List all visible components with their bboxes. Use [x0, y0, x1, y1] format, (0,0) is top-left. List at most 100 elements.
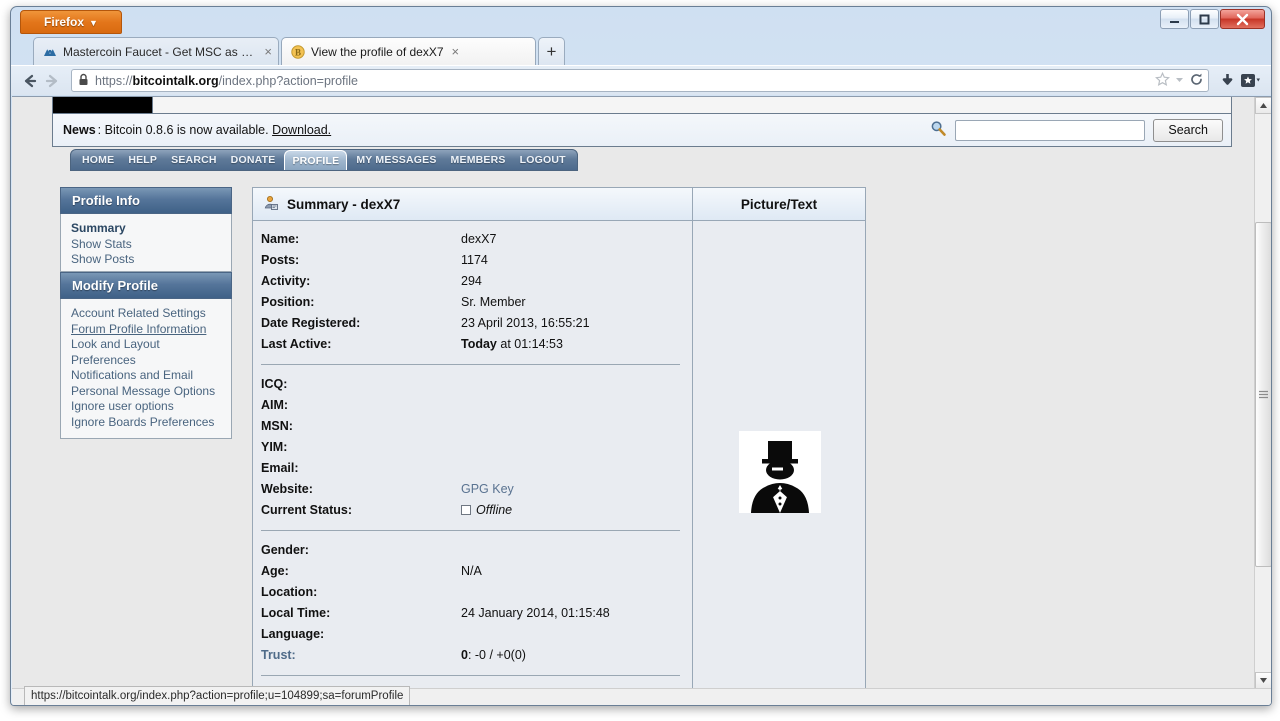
sidebar-item-preferences[interactable]: Preferences [71, 353, 221, 369]
field-label: Activity: [261, 274, 311, 288]
back-button[interactable] [19, 70, 41, 92]
browser-navigation-bar: https://bitcointalk.org/index.php?action… [11, 65, 1271, 95]
profile-details-column: Summary - dexX7 Name: dexX7 Posts: 1174 … [252, 187, 693, 689]
search-icon [930, 120, 947, 140]
reload-icon[interactable] [1189, 72, 1204, 90]
lock-icon [78, 73, 89, 89]
search-button[interactable]: Search [1153, 118, 1223, 142]
news-text: Bitcoin 0.8.6 is now available. [104, 123, 269, 137]
address-bar-url: https://bitcointalk.org/index.php?action… [95, 74, 1151, 88]
field-label: YIM: [261, 440, 288, 454]
profile-sidebar: Profile Info Summary Show Stats Show Pos… [60, 187, 232, 439]
scroll-up-button[interactable] [1255, 97, 1271, 114]
address-bar[interactable]: https://bitcointalk.org/index.php?action… [71, 69, 1209, 92]
menu-item-search[interactable]: SEARCH [164, 150, 224, 170]
sidebar-item-forum-profile-information[interactable]: Forum Profile Information [71, 322, 221, 338]
picture-text-header: Picture/Text [693, 187, 866, 221]
field-row-local-time: Local Time: 24 January 2014, 01:15:48 [261, 603, 692, 624]
forum-news-bar: News: Bitcoin 0.8.6 is now available. Do… [52, 113, 1232, 147]
scrollbar-thumb[interactable] [1255, 222, 1271, 567]
forum-logo [53, 97, 153, 113]
browser-tab-title: View the profile of dexX7 [311, 44, 444, 59]
offline-status-checkbox [461, 505, 471, 515]
sidebar-item-show-posts[interactable]: Show Posts [71, 252, 221, 268]
field-row-activity: Activity: 294 [261, 271, 692, 292]
website-gpg-key-link[interactable]: GPG Key [461, 482, 514, 496]
browser-tab-profile[interactable]: B View the profile of dexX7 × [281, 37, 536, 65]
picture-text-cell [693, 221, 866, 689]
field-row-icq: ICQ: [261, 374, 692, 395]
browser-tab-mastercoin[interactable]: Mastercoin Faucet - Get MSC as part ... … [33, 37, 279, 65]
sidebar-item-ignore-boards-preferences[interactable]: Ignore Boards Preferences [71, 415, 221, 431]
profile-summary-table: Summary - dexX7 Name: dexX7 Posts: 1174 … [252, 187, 866, 689]
field-row-name: Name: dexX7 [261, 229, 692, 250]
browser-titlebar: Firefox ▼ [11, 7, 1271, 37]
field-value: Sr. Member [461, 295, 526, 309]
downloads-button[interactable] [1215, 69, 1239, 93]
chevron-down-icon: ▼ [89, 18, 98, 28]
field-label: Language: [261, 627, 325, 641]
field-value: Today at 01:14:53 [461, 334, 563, 355]
menu-item-donate[interactable]: DONATE [224, 150, 283, 170]
sidebar-item-look-and-layout[interactable]: Look and Layout [71, 337, 221, 353]
field-value: 294 [461, 274, 482, 288]
user-profile-icon [263, 195, 279, 214]
news-download-link[interactable]: Download. [272, 123, 331, 137]
window-controls [1160, 9, 1265, 29]
profile-picture-column: Picture/Text [693, 187, 866, 689]
field-label: ICQ: [261, 377, 288, 391]
bookmarks-menu-button[interactable] [1239, 69, 1263, 93]
field-row-msn: MSN: [261, 416, 692, 437]
panel-links: Account Related Settings Forum Profile I… [60, 299, 232, 439]
new-tab-button[interactable]: + [538, 37, 565, 65]
bookmark-star-icon[interactable] [1155, 71, 1170, 90]
tab-close-icon[interactable]: × [452, 45, 460, 58]
page-vertical-scrollbar[interactable] [1254, 97, 1271, 689]
maximize-button[interactable] [1190, 9, 1219, 29]
field-row-website: Website: GPG Key [261, 479, 692, 500]
divider [261, 364, 680, 365]
sidebar-item-ignore-user-options[interactable]: Ignore user options [71, 399, 221, 415]
divider [261, 530, 680, 531]
forum-main-menu: HOME HELP SEARCH DONATE PROFILE MY MESSA… [52, 149, 1232, 171]
svg-text:B: B [295, 47, 301, 57]
firefox-menu-button[interactable]: Firefox ▼ [20, 10, 122, 34]
panel-links: Summary Show Stats Show Posts [60, 214, 232, 272]
trust-link[interactable]: Trust: [261, 645, 461, 666]
desktop-background: Firefox▼ Mastercoin Faucet - Get MSC as [0, 0, 1280, 721]
sidebar-item-notifications-and-email[interactable]: Notifications and Email [71, 368, 221, 384]
menu-item-profile[interactable]: PROFILE [284, 150, 348, 170]
field-label: Position: [261, 295, 315, 309]
field-label: Website: [261, 482, 313, 496]
field-value: 24 January 2014, 01:15:48 [461, 606, 610, 620]
menu-item-members[interactable]: MEMBERS [444, 150, 513, 170]
field-row-language: Language: [261, 624, 692, 645]
top-hat-gentleman-avatar [741, 435, 819, 513]
field-row-date-registered: Date Registered: 23 April 2013, 16:55:21 [261, 313, 692, 334]
forward-button[interactable] [41, 70, 63, 92]
sidebar-item-summary[interactable]: Summary [71, 221, 221, 237]
field-row-location: Location: [261, 582, 692, 603]
scroll-down-button[interactable] [1255, 672, 1271, 689]
close-button[interactable] [1220, 9, 1265, 29]
sidebar-item-personal-message-options[interactable]: Personal Message Options [71, 384, 221, 400]
tab-close-icon[interactable]: × [264, 45, 272, 58]
menu-item-help[interactable]: HELP [121, 150, 164, 170]
menu-item-my-messages[interactable]: MY MESSAGES [349, 150, 443, 170]
field-label: Local Time: [261, 606, 331, 620]
sidebar-item-show-stats[interactable]: Show Stats [71, 237, 221, 253]
status-bar-link-preview: https://bitcointalk.org/index.php?action… [24, 686, 411, 705]
sidebar-item-account-related-settings[interactable]: Account Related Settings [71, 306, 221, 322]
field-value: 1174 [461, 253, 488, 267]
search-input[interactable] [955, 119, 1146, 141]
menu-item-logout[interactable]: LOGOUT [513, 150, 573, 170]
trust-detail: : -0 / +0(0) [467, 648, 526, 662]
bookmark-dropdown-icon[interactable] [1174, 74, 1185, 88]
field-row-position: Position: Sr. Member [261, 292, 692, 313]
forum-search-area: Search [930, 118, 1231, 142]
menu-item-home[interactable]: HOME [75, 150, 121, 170]
field-row-aim: AIM: [261, 395, 692, 416]
trust-score: 0 [461, 648, 468, 662]
avatar [739, 431, 821, 513]
minimize-button[interactable] [1160, 9, 1189, 29]
